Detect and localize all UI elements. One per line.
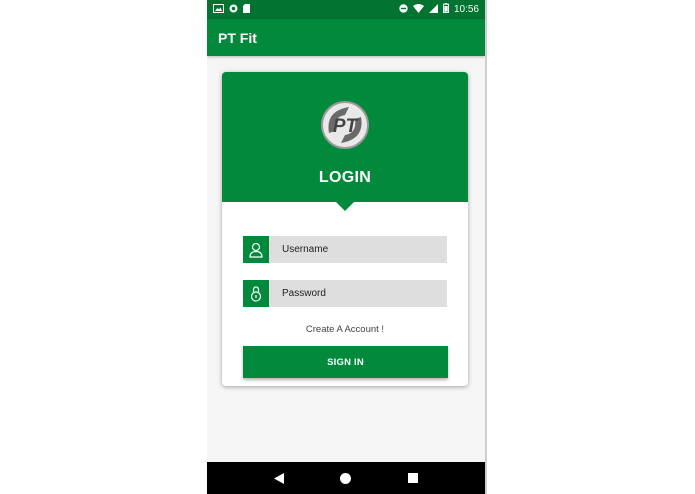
username-input[interactable] — [269, 235, 444, 264]
status-bar-left — [213, 3, 250, 16]
username-field[interactable] — [243, 235, 447, 264]
navigation-bar — [207, 462, 485, 494]
password-field[interactable] — [243, 279, 447, 308]
home-icon[interactable] — [336, 468, 356, 488]
do-not-disturb-icon — [399, 3, 408, 16]
record-icon — [229, 4, 238, 16]
signal-icon — [428, 3, 438, 16]
phone-screen: 10:56 PT Fit PT LOGIN Username Create A … — [207, 0, 485, 494]
login-card: PT LOGIN Create A Account ! SIGN IN — [222, 72, 468, 386]
app-title: PT Fit — [218, 29, 257, 46]
phone-edge — [485, 0, 487, 494]
wifi-icon — [412, 3, 424, 16]
sign-in-button[interactable]: SIGN IN — [243, 346, 448, 378]
app-bar: PT Fit — [207, 19, 485, 56]
sd-card-icon — [243, 3, 250, 16]
logo-text: PT — [333, 116, 359, 137]
battery-icon — [442, 3, 449, 16]
image-icon — [213, 3, 224, 16]
recents-icon[interactable] — [403, 468, 423, 488]
lock-icon — [243, 280, 269, 307]
header-notch — [336, 202, 354, 211]
create-account-link[interactable]: Create A Account ! — [222, 324, 468, 335]
login-card-header: PT LOGIN — [222, 72, 468, 202]
login-title: LOGIN — [318, 169, 372, 186]
back-icon[interactable] — [269, 468, 289, 488]
password-input[interactable] — [269, 279, 444, 308]
status-time: 10:56 — [453, 4, 479, 15]
pt-logo: PT — [319, 99, 371, 151]
status-bar: 10:56 — [207, 0, 485, 19]
status-bar-right: 10:56 — [399, 3, 479, 16]
user-icon — [243, 236, 269, 263]
